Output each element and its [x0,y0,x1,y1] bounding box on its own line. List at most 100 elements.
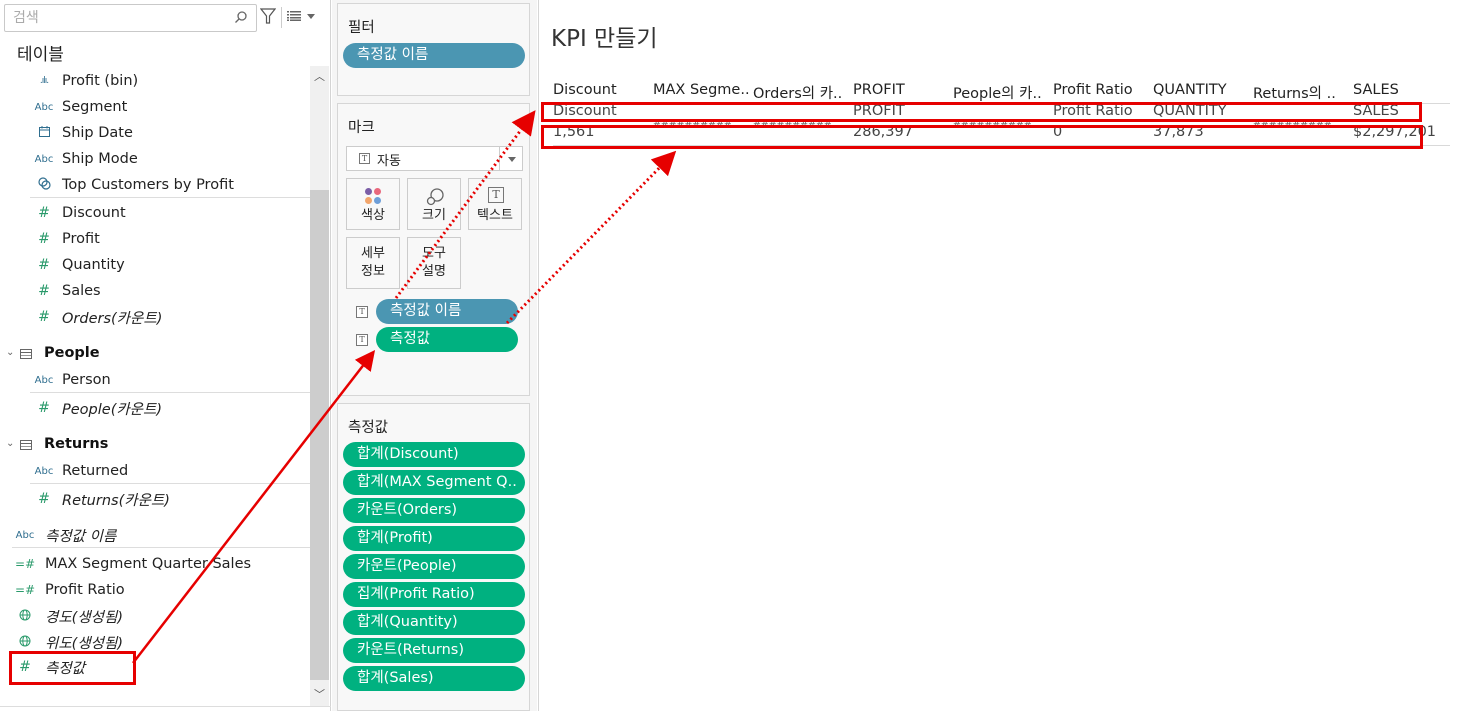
field-label: Ship Date [62,125,133,141]
toolbar-divider [281,7,282,28]
field-measure-values[interactable]: # 측정값 [0,654,310,680]
abc-icon: Abc [34,101,54,113]
field-longitude[interactable]: 경도(생성됨) [0,603,310,629]
measure-pill[interactable]: 카운트(People) [343,554,525,579]
cell-overflow[interactable]: ########## [1253,118,1332,129]
cell-measure-name[interactable]: SALES [1353,103,1399,119]
chevron-down-icon[interactable]: ⌄ [6,347,14,358]
field-orders-count[interactable]: # Orders(카운트) [0,304,310,330]
field-label: 측정값 이름 [45,528,117,545]
filter-icon[interactable] [260,8,276,24]
marks-pill-measure-names[interactable]: 측정값 이름 [376,299,518,324]
field-profit-ratio[interactable]: =# Profit Ratio [0,577,310,603]
field-label: Quantity [62,257,125,273]
field-segment[interactable]: Abc Segment [0,94,310,120]
field-profit[interactable]: # Profit [0,226,310,252]
column-header[interactable]: People의 카.. [953,82,1042,103]
field-max-segment-quarter-sales[interactable]: =# MAX Segment Quarter Sales [0,551,310,577]
divider [30,197,310,198]
cell-value[interactable]: 37,873 [1153,124,1204,140]
text-encoding-icon[interactable]: T [356,306,368,318]
tooltip-button[interactable]: 도구 설명 [407,237,461,289]
scroll-down-icon[interactable]: ﹀ [310,684,329,706]
number-icon: # [38,309,50,325]
cell-value[interactable]: 1,561 [553,124,595,140]
marks-pill-measure-values[interactable]: 측정값 [376,327,518,352]
text-label: 텍스트 [477,208,513,223]
cell-overflow[interactable]: ########## [953,118,1032,129]
field-top-customers[interactable]: Top Customers by Profit [0,172,310,198]
search-icon[interactable] [234,10,248,24]
measure-pill[interactable]: 합계(MAX Segment Q.. [343,470,525,495]
field-sales[interactable]: # Sales [0,278,310,304]
text-mark-icon: T [359,153,370,164]
divider [12,547,310,548]
mark-type-select[interactable]: T 자동 [346,146,523,171]
cell-value[interactable]: 0 [1053,124,1062,140]
field-returns-count[interactable]: # Returns(카운트) [0,486,310,512]
cell-value[interactable]: $2,297,201 [1353,124,1436,140]
field-person[interactable]: Abc Person [0,367,310,393]
measure-pill[interactable]: 합계(Discount) [343,442,525,467]
chevron-down-icon[interactable]: ⌄ [6,438,14,449]
cell-value[interactable]: 286,397 [853,124,913,140]
column-header[interactable]: MAX Segme.. [653,82,750,98]
column-header[interactable]: Returns의 .. [1253,82,1336,103]
list-view-icon[interactable] [287,11,301,21]
field-ship-mode[interactable]: Abc Ship Mode [0,146,310,172]
cell-measure-name[interactable]: QUANTITY [1153,103,1227,119]
tables-section-title: 테이블 [17,45,64,65]
column-header[interactable]: SALES [1353,82,1399,98]
shelves-pane: 필터 측정값 이름 마크 T 자동 색상 크기 T 텍스트 세부 정보 도구 설… [332,0,537,711]
cell-measure-name[interactable]: Profit Ratio [1053,103,1133,119]
field-profit-bin[interactable]: .ılı. Profit (bin) [0,68,310,94]
field-label: Segment [62,99,128,115]
filters-card[interactable]: 필터 측정값 이름 [337,3,530,96]
globe-icon [13,635,37,650]
field-discount[interactable]: # Discount [0,200,310,226]
detail-button[interactable]: 세부 정보 [346,237,400,289]
field-label: Top Customers by Profit [62,177,234,193]
text-encoding-icon[interactable]: T [356,334,368,346]
scroll-thumb[interactable] [310,190,329,680]
measure-pill[interactable]: 합계(Profit) [343,526,525,551]
field-label: Profit (bin) [62,73,139,89]
table-group-people[interactable]: ⌄ People [0,341,310,367]
measure-pill[interactable]: 합계(Quantity) [343,610,525,635]
field-latitude[interactable]: 위도(생성됨) [0,629,310,655]
field-list-scrollbar[interactable]: ︿ ﹀ [310,66,329,706]
calc-number-icon: =# [14,557,36,571]
marks-shelf-row-measure-values: T 측정값 [338,327,531,353]
table-group-returns[interactable]: ⌄ Returns [0,432,310,458]
column-header[interactable]: Orders의 카.. [753,82,842,103]
view-options-dropdown[interactable] [307,14,315,19]
column-header[interactable]: Discount [553,82,617,98]
measure-pill[interactable]: 합계(Sales) [343,666,525,691]
field-returned[interactable]: Abc Returned [0,458,310,484]
column-header[interactable]: PROFIT [853,82,905,98]
size-label: 크기 [422,208,446,223]
calc-number-icon: =# [14,583,36,597]
color-button[interactable]: 색상 [346,178,400,230]
field-quantity[interactable]: # Quantity [0,252,310,278]
filter-pill-measure-names[interactable]: 측정값 이름 [343,43,525,68]
column-header[interactable]: QUANTITY [1153,82,1227,98]
size-button[interactable]: 크기 [407,178,461,230]
column-header[interactable]: Profit Ratio [1053,82,1133,98]
field-people-count[interactable]: # People(카운트) [0,395,310,421]
field-measure-names[interactable]: Abc 측정값 이름 [0,522,310,548]
measure-pill[interactable]: 집계(Profit Ratio) [343,582,525,607]
cell-overflow[interactable]: ########## [653,118,732,129]
text-button[interactable]: T 텍스트 [468,178,522,230]
measure-pill[interactable]: 카운트(Returns) [343,638,525,663]
marks-title: 마크 [348,120,375,136]
search-box[interactable] [4,4,257,32]
cell-measure-name[interactable]: PROFIT [853,103,905,119]
cell-overflow[interactable]: ########## [753,118,832,129]
scroll-up-icon[interactable]: ︿ [310,66,329,88]
field-label: Person [62,372,111,388]
field-ship-date[interactable]: Ship Date [0,120,310,146]
cell-measure-name[interactable]: Discount [553,103,617,119]
measure-pill[interactable]: 카운트(Orders) [343,498,525,523]
search-input[interactable] [5,5,225,31]
